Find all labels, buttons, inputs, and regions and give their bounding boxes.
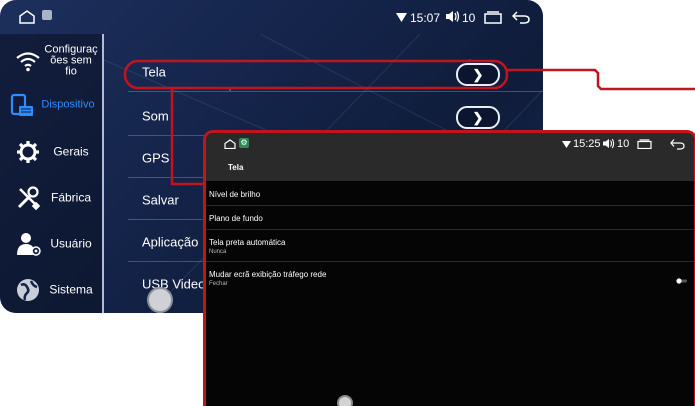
menu-item-label: Salvar	[142, 192, 179, 208]
volume-level: 10	[462, 11, 476, 25]
setting-title: Tela preta automática	[209, 238, 286, 247]
recent-apps-icon[interactable]	[484, 11, 502, 24]
front-status-bar: ⚙ 15:25 10	[206, 133, 694, 153]
sidebar-divider	[102, 34, 104, 313]
setting-title: Mudar ecrã exibição tráfego rede	[209, 270, 327, 279]
setting-wallpaper[interactable]: Plano de fundo	[206, 206, 694, 230]
volume-level: 10	[617, 138, 630, 150]
sidebar-item-general[interactable]: Gerais	[0, 129, 102, 175]
sidebar-item-label: Usuário	[50, 236, 92, 251]
menu-item-label: Som	[142, 108, 169, 124]
menu-item-label: Aplicação	[142, 234, 199, 250]
setting-value: Fechar	[209, 281, 228, 287]
sidebar-item-label: Gerais	[53, 144, 89, 159]
setting-value: Nunca	[209, 249, 227, 255]
menu-item-label: Tela	[142, 64, 166, 80]
chevron-right-icon: ❯	[472, 110, 484, 125]
wifi-icon	[16, 52, 40, 72]
home-icon[interactable]	[19, 10, 35, 24]
chevron-right-icon: ❯	[472, 67, 484, 82]
status-bar: 15:07 10	[0, 0, 543, 34]
sidebar-item-label: Dispositivo	[41, 98, 95, 111]
gear-icon	[17, 141, 39, 163]
sidebar-item-label: Fábrica	[50, 190, 91, 205]
wifi-status-icon	[396, 13, 407, 22]
setting-auto-black-screen[interactable]: Tela preta automática Nunca	[206, 230, 694, 262]
status-time: 15:25	[573, 138, 601, 150]
sound-arrow-button[interactable]: ❯	[456, 106, 500, 129]
status-time: 15:07	[410, 11, 441, 25]
back-icon[interactable]	[670, 138, 685, 150]
front-screen: ⚙ 15:25 10 Tela Nível de brilho Plano de…	[203, 130, 695, 406]
gallery-icon	[42, 10, 52, 20]
menu-item-label: GPS	[142, 150, 170, 166]
back-icon[interactable]	[512, 10, 530, 24]
screen-arrow-button[interactable]: ❯	[456, 63, 500, 86]
divider	[128, 91, 543, 92]
floating-home-button[interactable]	[147, 287, 173, 313]
settings-app-icon: ⚙	[239, 138, 249, 148]
sidebar-item-label: Configuraç ões sem fio	[44, 43, 98, 78]
sidebar-item-wireless[interactable]: Configuraç ões sem fio	[0, 35, 102, 87]
floating-home-button[interactable]	[337, 395, 353, 406]
tools-icon	[17, 186, 41, 211]
home-icon[interactable]	[224, 139, 236, 149]
sidebar-item-user[interactable]: Usuário	[0, 221, 102, 267]
setting-title: Plano de fundo	[209, 214, 263, 223]
wifi-status-icon	[562, 141, 571, 148]
setting-traffic-display[interactable]: Mudar ecrã exibição tráfego rede Fechar	[206, 262, 694, 294]
device-icon	[10, 93, 33, 116]
sidebar-item-device[interactable]: Dispositivo	[0, 82, 102, 128]
sidebar-item-system[interactable]: Sistema	[0, 267, 102, 313]
setting-brightness[interactable]: Nível de brilho	[206, 181, 694, 206]
page-title: Tela	[228, 163, 244, 172]
setting-title: Nível de brilho	[209, 190, 261, 199]
recent-apps-icon[interactable]	[637, 139, 652, 149]
globe-icon	[17, 279, 39, 301]
volume-icon	[446, 11, 460, 22]
traffic-display-toggle[interactable]	[676, 278, 688, 284]
sidebar-item-factory[interactable]: Fábrica	[0, 175, 102, 221]
user-icon	[17, 233, 41, 256]
sidebar-item-label: Sistema	[49, 282, 93, 297]
volume-icon	[603, 138, 615, 149]
